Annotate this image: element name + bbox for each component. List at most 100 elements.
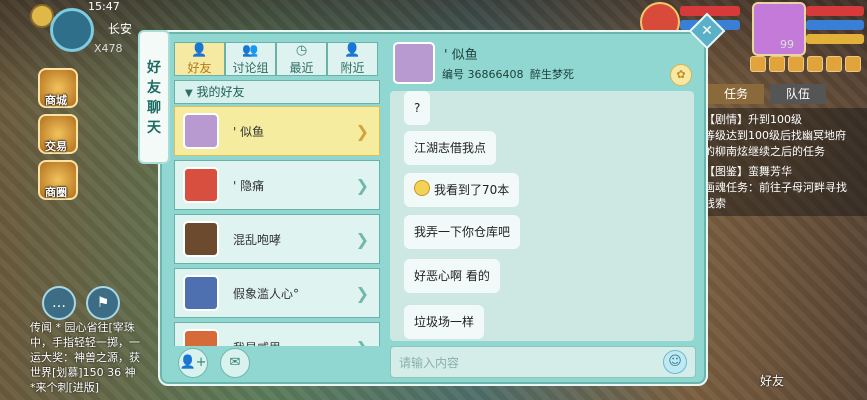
mall-label: 商城 — [45, 94, 67, 107]
pet-hp-bar — [680, 6, 740, 16]
chat-log-line: 世界[划慕]150 36 神 — [30, 366, 136, 379]
chat-log-line: *来个刺[进版] — [30, 381, 100, 394]
quest-team-tabs: 任务 队伍 — [700, 84, 850, 104]
city-name: 长安 — [108, 22, 133, 36]
clock-text: 15:47 — [88, 0, 120, 13]
avatar — [183, 167, 219, 203]
message-text: 我看到了70本 — [434, 183, 510, 197]
chat-bubble: 好恶心啊 看的 — [404, 259, 500, 293]
friend-item[interactable]: 假象滥人心° ❯ — [174, 268, 380, 318]
chevron-right-icon: ❯ — [355, 176, 369, 195]
buff-icon[interactable] — [769, 56, 785, 72]
friend-name: ' 似鱼 — [233, 125, 265, 139]
tab-discussion-group[interactable]: 👥 讨论组 — [225, 42, 276, 76]
friend-name: 我是威思 — [233, 323, 281, 346]
avatar — [183, 275, 219, 311]
buff-icon[interactable] — [807, 56, 823, 72]
task-desc: 的柳南炫继续之后的任务 — [704, 145, 825, 158]
tab-label: 讨论组 — [232, 61, 269, 75]
friend-list[interactable]: ' 似鱼 ❯ ' 隐痛 ❯ 混乱咆哮 ❯ 假象滥人心° ❯ 我是威思 ❯ — [174, 106, 380, 346]
message-input-bar: ☺ — [390, 346, 696, 379]
buff-row — [750, 56, 864, 72]
tab-team[interactable]: 队伍 — [770, 84, 826, 104]
mail-button[interactable]: ✉ — [220, 348, 250, 378]
friend-item[interactable]: ' 似鱼 ❯ — [174, 106, 380, 156]
tab-label: 附近 — [340, 61, 365, 75]
tab-tasks[interactable]: 任务 — [708, 84, 764, 104]
buff-icon[interactable] — [826, 56, 842, 72]
chat-partner-guild: 醉生梦死 — [530, 68, 574, 81]
panel-title-ribbon: 好 友 聊 天 — [138, 30, 170, 164]
friend-name: ' 隐痛 — [233, 179, 265, 193]
avatar — [183, 221, 219, 257]
chat-log-line: 运大奖：神兽之源，获 — [30, 351, 140, 364]
collapse-triangle-icon: ▼ — [185, 88, 193, 99]
friend-item[interactable]: 我是威思 ❯ — [174, 322, 380, 346]
chat-bubble-icon[interactable]: … — [42, 286, 76, 320]
task-title: 【图鉴】蛮舞芳华 — [704, 165, 792, 178]
task-tracker[interactable]: 【剧情】升到100级 等级达到100级后找幽冥地府 的柳南炫继续之后的任务 【图… — [700, 108, 867, 216]
group-header-label: 我的好友 — [196, 85, 245, 99]
chat-partner-name: ' 似鱼 — [444, 48, 478, 63]
business-label: 商圈 — [45, 186, 67, 199]
player-hp-bar — [806, 6, 864, 16]
tab-nearby[interactable]: 👤 附近 — [327, 42, 378, 76]
friend-item[interactable]: 混乱咆哮 ❯ — [174, 214, 380, 264]
buff-icon[interactable] — [845, 56, 861, 72]
player-level: 99 — [780, 38, 794, 51]
group-icon: 👥 — [242, 43, 259, 58]
task-desc: 画魂任务：前往子母河畔寻找 — [704, 181, 847, 194]
friend-button[interactable]: 好友 — [760, 372, 784, 389]
tab-label: 好友 — [187, 61, 212, 75]
flag-icon[interactable]: ⚑ — [86, 286, 120, 320]
chat-bubble: ? — [404, 91, 431, 125]
tab-recent[interactable]: ◷ 最近 — [276, 42, 327, 76]
buff-icon[interactable] — [788, 56, 804, 72]
message-text: 好恶心啊 看的 — [414, 269, 490, 283]
message-text: 江湖志借我点 — [414, 141, 487, 155]
tab-friends[interactable]: 👤 好友 — [174, 42, 225, 76]
chat-partner-id: 编号 36866408 — [442, 68, 524, 81]
message-input[interactable] — [397, 347, 651, 379]
world-chat-log[interactable]: 传闻 * 园心省往[宰珠 中，手指轻轻一掷，一 运大奖：神兽之源，获 世界[划慕… — [30, 320, 140, 395]
gift-flower-button[interactable]: ✿ — [670, 64, 692, 86]
nearby-icon: 👤 — [344, 43, 361, 58]
emoji-icon — [414, 180, 430, 196]
chat-log-line: 中，手指轻轻一掷，一 — [30, 336, 140, 349]
task-desc: 等级达到100级后找幽冥地府 — [704, 129, 846, 142]
minimap-button[interactable] — [50, 8, 94, 52]
player-exp-bar — [806, 34, 864, 44]
add-friend-icon: 👤+ — [179, 355, 207, 370]
friend-group-header[interactable]: ▼ 我的好友 — [174, 80, 380, 104]
chevron-right-icon: ❯ — [356, 323, 369, 346]
emoji-button[interactable]: ☺ — [663, 350, 687, 374]
chat-message-area[interactable]: ? 江湖志借我点 我看到了70本 我弄一下你仓库吧 好恶心啊 看的 垃圾场一样 — [390, 91, 694, 341]
chat-partner-avatar[interactable] — [393, 42, 435, 84]
chat-log-line: 传闻 * 园心省往[宰珠 — [30, 321, 135, 334]
flower-icon: ✿ — [676, 68, 686, 81]
ribbon-char: 聊 — [147, 100, 161, 116]
friend-item[interactable]: ' 隐痛 ❯ — [174, 160, 380, 210]
player-mp-bar — [806, 20, 864, 30]
ribbon-char: 友 — [147, 80, 161, 96]
task-title: 【剧情】升到100级 — [704, 113, 802, 126]
coordinate-count: X478 — [94, 42, 123, 55]
chat-bubble: 江湖志借我点 — [404, 131, 497, 165]
clock-icon: ◷ — [295, 43, 308, 58]
player-avatar[interactable] — [752, 2, 806, 56]
friend-name: 混乱咆哮 — [233, 233, 282, 247]
avatar — [183, 329, 219, 346]
tab-label: 最近 — [289, 61, 314, 75]
buff-icon[interactable] — [750, 56, 766, 72]
close-icon: ✕ — [701, 23, 713, 39]
friend-tabs: 👤 好友 👥 讨论组 ◷ 最近 👤 附近 — [174, 42, 380, 76]
friend-name: 假象滥人心° — [233, 287, 300, 301]
chat-bubble: 垃圾场一样 — [404, 305, 485, 339]
mail-icon: ✉ — [229, 355, 241, 370]
trade-label: 交易 — [45, 140, 67, 153]
chat-bubble: 我弄一下你仓库吧 — [404, 215, 521, 249]
ribbon-char: 好 — [147, 60, 161, 76]
add-friend-button[interactable]: 👤+ — [178, 348, 208, 378]
avatar — [183, 113, 219, 149]
person-icon: 👤 — [191, 43, 208, 58]
